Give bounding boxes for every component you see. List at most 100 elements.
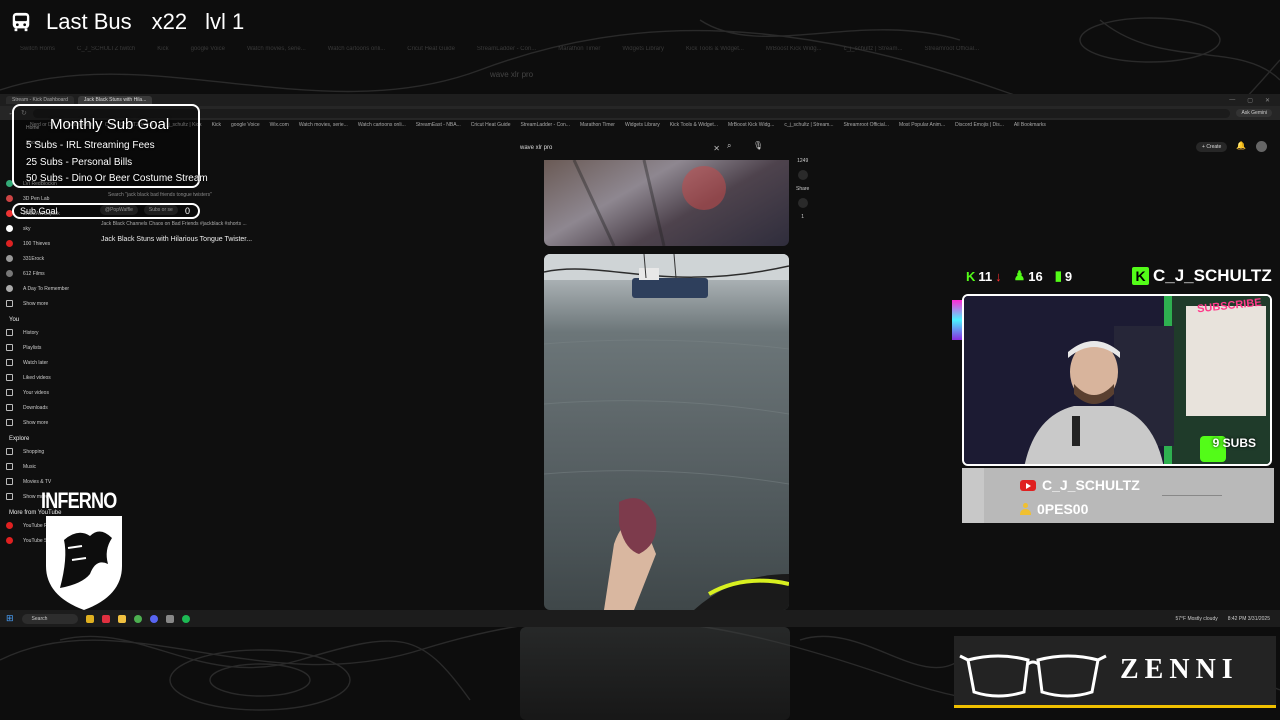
bookmark-item[interactable]: Discord Emojis | Dis... xyxy=(955,122,1004,132)
bookmark-item[interactable]: Watch cartoons onli... xyxy=(358,122,406,132)
bookmark-item[interactable]: Watch movies, serie... xyxy=(299,122,348,132)
sidebar-show-more[interactable]: Show more xyxy=(6,296,86,311)
overlay-multiplier: x22 xyxy=(151,9,188,34)
clock-icon xyxy=(6,359,13,366)
bookmark-item[interactable]: Marathon Timer xyxy=(580,122,615,132)
bookmark-item[interactable]: StreamLadder - Con... xyxy=(520,122,569,132)
bookmark-item[interactable]: Wix.com xyxy=(270,122,289,132)
bookmark-item[interactable]: StreamEast - NBA... xyxy=(416,122,461,132)
account-avatar[interactable] xyxy=(1256,141,1267,152)
history-icon xyxy=(6,329,13,336)
bookmark-item[interactable]: Streamroot Official... xyxy=(843,122,888,132)
subscription-item[interactable]: A Day To Remember xyxy=(6,281,86,296)
browser-tab[interactable]: Stream - Kick Dashboard xyxy=(6,96,74,104)
bookmark-item[interactable]: google Voice xyxy=(231,122,260,132)
youtube-search-input[interactable]: wave xlr pro ✕ xyxy=(520,142,720,154)
overlay-level: lvl 1 xyxy=(205,9,245,34)
sidebar-item-liked[interactable]: Liked videos xyxy=(6,370,86,385)
taskbar-search[interactable]: Search xyxy=(21,613,78,624)
short-video-previous[interactable] xyxy=(544,160,789,246)
bars-icon: ▮ xyxy=(1054,268,1062,283)
sidebar-item-playlists[interactable]: Playlists xyxy=(6,340,86,355)
followers-icon: ♟ xyxy=(1013,268,1026,283)
sidebar-item-downloads[interactable]: Downloads xyxy=(6,400,86,415)
subscription-item[interactable]: sky xyxy=(6,221,86,236)
video-title[interactable]: Jack Black Stuns with Hilarious Tongue T… xyxy=(101,236,252,243)
app-icon[interactable] xyxy=(165,614,174,623)
clock[interactable]: 8:42 PM 3/31/2025 xyxy=(1228,616,1270,622)
window-controls[interactable]: — ▢ ✕ xyxy=(1229,97,1280,104)
sidebar-section-you: You xyxy=(9,317,20,323)
bookmark-item[interactable]: Cricut Heat Guide xyxy=(471,122,511,132)
related-search-suggestion[interactable]: Search "jack black bad friends tongue tw… xyxy=(108,192,212,198)
file-explorer-icon[interactable] xyxy=(117,614,126,623)
subscription-item[interactable]: 100 Thieves xyxy=(6,236,86,251)
youtube-icon xyxy=(1020,479,1036,491)
goal-item: 25 Subs - Personal Bills xyxy=(26,157,133,168)
notifications-bell-icon[interactable]: 🔔 xyxy=(1236,141,1246,150)
app-icon[interactable] xyxy=(85,614,94,623)
download-icon xyxy=(6,404,13,411)
kick-logo-icon: K xyxy=(1132,267,1149,285)
video-icon xyxy=(6,389,13,396)
sidebar-item-history[interactable]: History xyxy=(6,325,86,340)
browser-tab-active[interactable]: Jack Black Stuns with Hila... xyxy=(77,96,153,104)
inferno-logo: INFERNO xyxy=(38,488,130,612)
social-name-plate: C_J_SCHULTZ 0PES00 xyxy=(962,468,1274,523)
bookmark-item[interactable]: Kick Tools & Widget... xyxy=(670,122,718,132)
minimize-icon[interactable]: — xyxy=(1229,97,1235,104)
short-action-column: 1249 Share 1 xyxy=(796,158,809,220)
bookmark-item[interactable]: Most Popular Anim... xyxy=(899,122,945,132)
short-video-player[interactable] xyxy=(544,254,789,610)
monthly-sub-goal-panel: Monthly Sub Goal 5 Subs - IRL Streaming … xyxy=(12,104,208,188)
sidebar-item-music[interactable]: Music xyxy=(6,459,86,474)
goal-item: 50 Subs - Dino Or Beer Costume Stream xyxy=(26,173,208,184)
video-subtitle[interactable]: Jack Black Channels Chaos on Bad Friends… xyxy=(101,221,247,227)
microphone-icon[interactable]: 🎙 xyxy=(753,141,763,150)
remix-icon[interactable] xyxy=(797,198,808,208)
goal-item: 5 Subs - IRL Streaming Fees xyxy=(26,140,155,151)
discord-icon[interactable] xyxy=(149,614,158,623)
video-scene xyxy=(544,254,789,610)
video-reflection xyxy=(520,627,790,720)
zenni-sponsor-banner: ZENNI xyxy=(954,636,1276,708)
bookmark-item[interactable]: MrBoost Kick Widg... xyxy=(728,122,774,132)
bus-icon xyxy=(12,12,30,32)
share-icon[interactable] xyxy=(797,170,808,180)
share-label: Share xyxy=(796,186,810,192)
windows-start-icon[interactable]: ⊞ xyxy=(6,613,14,624)
ghost-bookmarks-bar: Switch Roms C_J_SCHULTZ twitch Kick google … xyxy=(20,46,980,52)
sidebar-item-shopping[interactable]: Shopping xyxy=(6,444,86,459)
weather-widget[interactable]: 57°F Mostly cloudy xyxy=(1175,616,1217,622)
led-strip xyxy=(952,300,962,340)
chevron-down-icon xyxy=(6,493,13,500)
shirt-graphic xyxy=(572,160,726,246)
sidebar-item-movies[interactable]: Movies & TV xyxy=(6,474,86,489)
search-icon[interactable]: ⌕ xyxy=(727,141,731,151)
sidebar-show-more[interactable]: Show more xyxy=(6,415,86,430)
maximize-icon[interactable]: ▢ xyxy=(1247,97,1253,104)
bookmark-item[interactable]: Widgets Library xyxy=(625,122,660,132)
kick-stats-row: K 11 ↓ ♟ 16 ▮ 9 xyxy=(966,268,1072,284)
bookmark-item[interactable]: All Bookmarks xyxy=(1014,122,1046,132)
thumbs-up-icon xyxy=(6,374,13,381)
divider xyxy=(1162,495,1222,496)
sidebar-item-watch-later[interactable]: Watch later xyxy=(6,355,86,370)
ask-gemini-button[interactable]: Ask Gemini xyxy=(1236,109,1272,117)
close-icon[interactable]: ✕ xyxy=(1265,97,1270,104)
address-bar[interactable] xyxy=(32,108,1231,118)
chrome-icon[interactable] xyxy=(133,614,142,623)
music-icon xyxy=(6,463,13,470)
kick-viewers-stat: K 11 ↓ xyxy=(966,268,1002,284)
sidebar-item-your-videos[interactable]: Your videos xyxy=(6,385,86,400)
bookmark-item[interactable]: c_j_schultz | Stream... xyxy=(784,122,833,132)
clear-search-icon[interactable]: ✕ xyxy=(713,144,720,153)
subscription-item[interactable]: 612 Films xyxy=(6,266,86,281)
chevron-down-icon xyxy=(6,419,13,426)
bookmark-item[interactable]: Kick xyxy=(212,122,221,132)
subscription-item[interactable]: 331Erock xyxy=(6,251,86,266)
app-icon[interactable] xyxy=(101,614,110,623)
create-button[interactable]: + Create xyxy=(1196,142,1228,152)
eyeglasses-icon xyxy=(959,654,1107,698)
spotify-icon[interactable] xyxy=(181,614,190,623)
